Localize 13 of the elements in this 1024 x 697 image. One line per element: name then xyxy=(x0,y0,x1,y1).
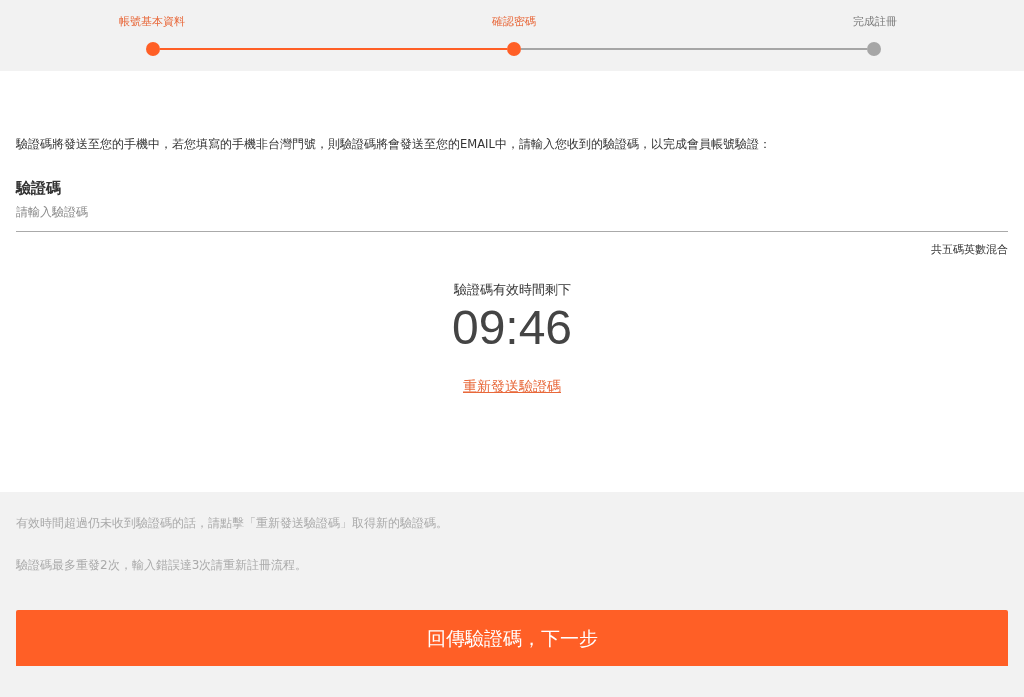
input-field[interactable]: 請輸入驗證碼 xyxy=(16,201,1008,232)
countdown-timer: 09:46 xyxy=(451,299,573,356)
step-label: 帳號基本資料 xyxy=(119,14,185,30)
note-text: 有效時間超過仍未收到驗證碼的話，請點擊「重新發送驗證碼」取得新的驗證碼。 xyxy=(16,515,449,532)
note-text: 驗證碼最多重發2次，輸入錯誤達3次請重新註冊流程。 xyxy=(16,557,309,574)
step-label: 確認密碼 xyxy=(491,14,536,30)
resend-link[interactable]: 重新發送驗證碼 xyxy=(463,375,561,397)
step-label: 完成註冊 xyxy=(853,14,897,30)
submit-button[interactable]: 回傳驗證碼，下一步 xyxy=(16,610,1008,666)
instruction-text: 驗證碼將發送至您的手機中，若您填寫的手機非台灣門號，則驗證碼將會發送至您的EMAIL中，請輸入您收到的驗證碼，以完成會員帳號驗證： xyxy=(16,136,772,153)
field-label: 驗證碼 xyxy=(16,178,62,200)
timer-caption: 驗證碼有效時間剩下 xyxy=(453,281,571,300)
hint-text: 共五碼英數混合 xyxy=(931,241,1008,258)
